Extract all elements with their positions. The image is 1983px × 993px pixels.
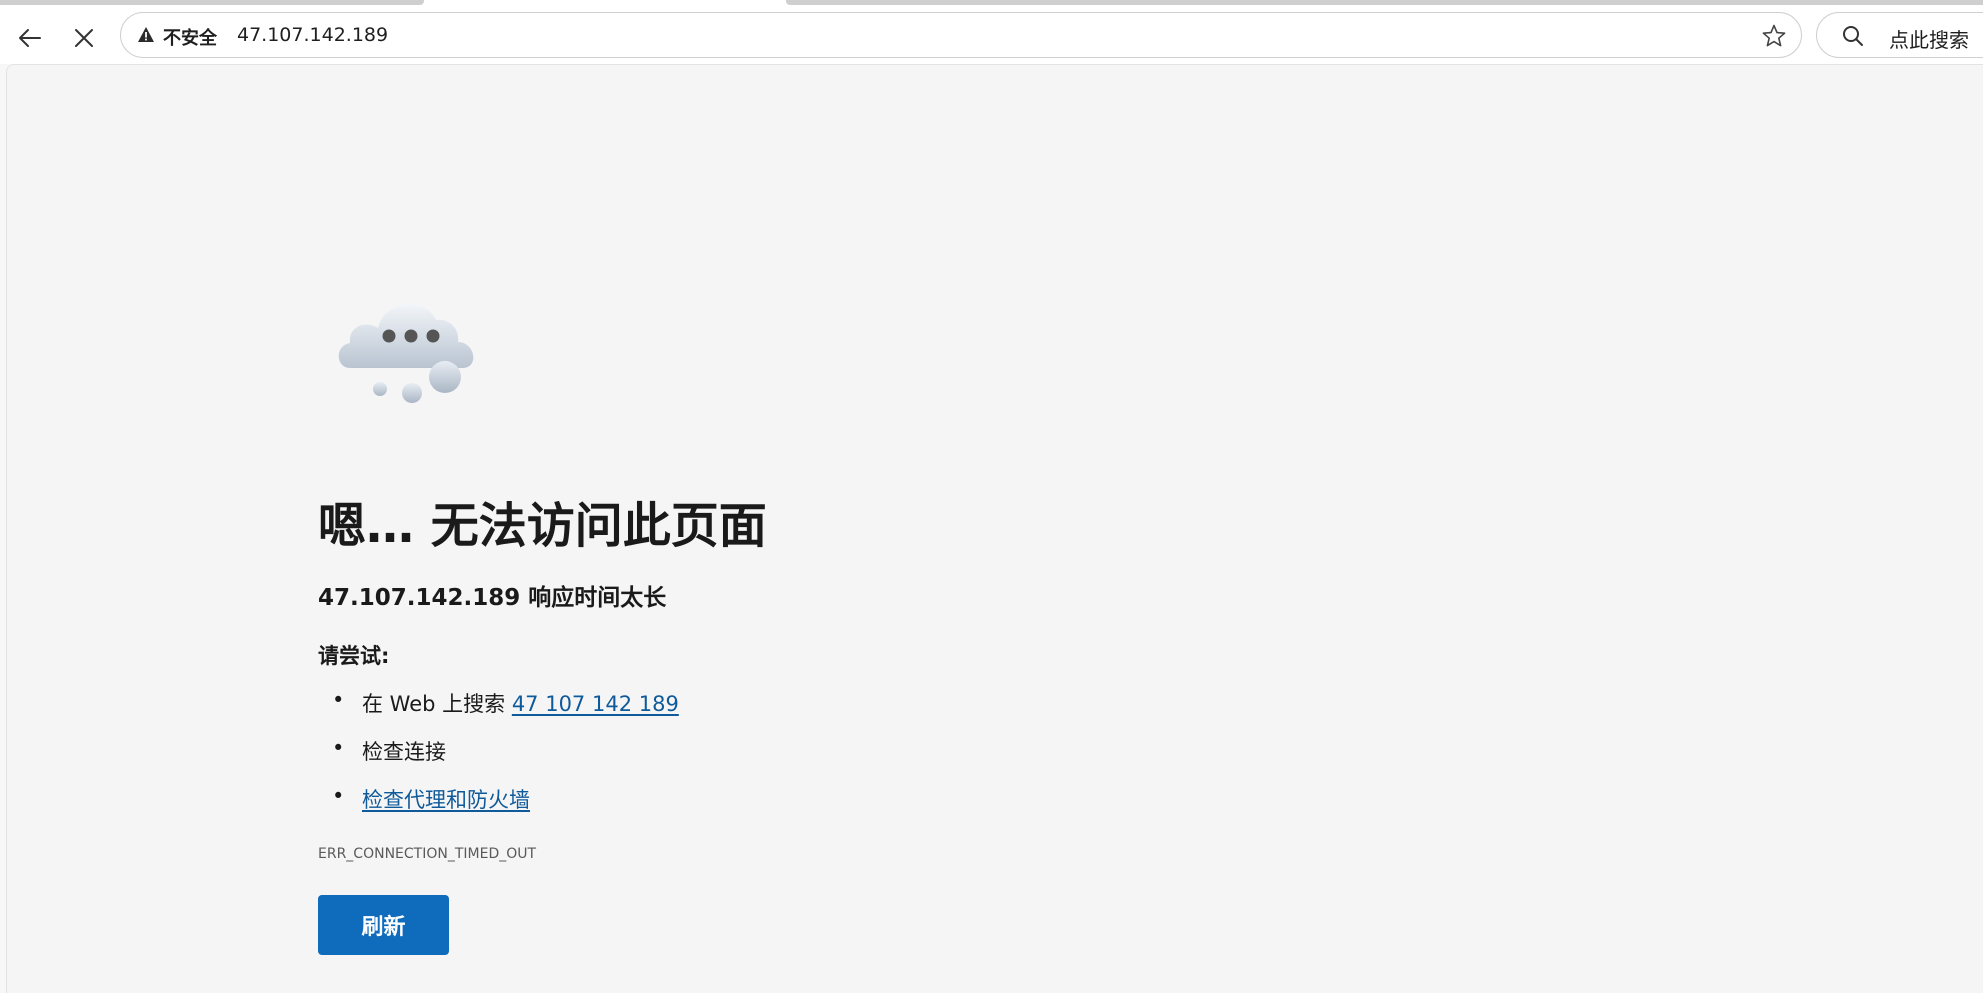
list-item: • 检查代理和防火墙 (318, 784, 679, 832)
page-content (6, 64, 1983, 993)
tab-strip (0, 0, 1983, 8)
search-icon (1843, 26, 1863, 46)
browser-toolbar: 不安全 47.107.142.189 点此搜索 (0, 8, 1983, 64)
error-title: 嗯… 无法访问此页面 (318, 498, 767, 554)
warning-icon[interactable] (137, 26, 155, 44)
search-web-link[interactable]: 47 107 142 189 (512, 692, 679, 716)
suggestion-list: • 在 Web 上搜索 47 107 142 189 • 检查连接 • 检查代理… (318, 688, 679, 832)
tab-fragment[interactable] (0, 0, 424, 5)
bullet: • (332, 784, 345, 808)
search-placeholder[interactable]: 点此搜索 (1889, 24, 1969, 53)
stop-loading-button[interactable] (66, 20, 102, 56)
error-code: ERR_CONNECTION_TIMED_OUT (318, 846, 537, 862)
back-arrow-icon (19, 29, 41, 47)
cloud-icon (338, 304, 474, 403)
bullet: • (332, 688, 345, 712)
list-item: • 在 Web 上搜索 47 107 142 189 (318, 688, 679, 736)
proxy-firewall-link[interactable]: 检查代理和防火墙 (362, 788, 530, 812)
close-icon (75, 29, 93, 47)
list-item: • 检查连接 (318, 736, 679, 784)
security-status-label[interactable]: 不安全 (163, 24, 217, 50)
suggestion-text: 在 Web 上搜索 (362, 692, 512, 716)
bullet: • (332, 736, 345, 760)
search-box[interactable]: 点此搜索 (1816, 12, 1983, 58)
address-bar[interactable]: 不安全 47.107.142.189 (120, 12, 1802, 58)
tab-fragment[interactable] (786, 0, 1983, 5)
try-label: 请尝试: (318, 644, 390, 668)
suggestion-text: 检查连接 (362, 740, 446, 764)
back-button[interactable] (12, 20, 48, 56)
star-icon[interactable] (1761, 23, 1787, 49)
refresh-button[interactable]: 刷新 (318, 895, 449, 955)
url-text[interactable]: 47.107.142.189 (237, 24, 388, 46)
error-subtitle: 47.107.142.189 响应时间太长 (318, 585, 667, 611)
